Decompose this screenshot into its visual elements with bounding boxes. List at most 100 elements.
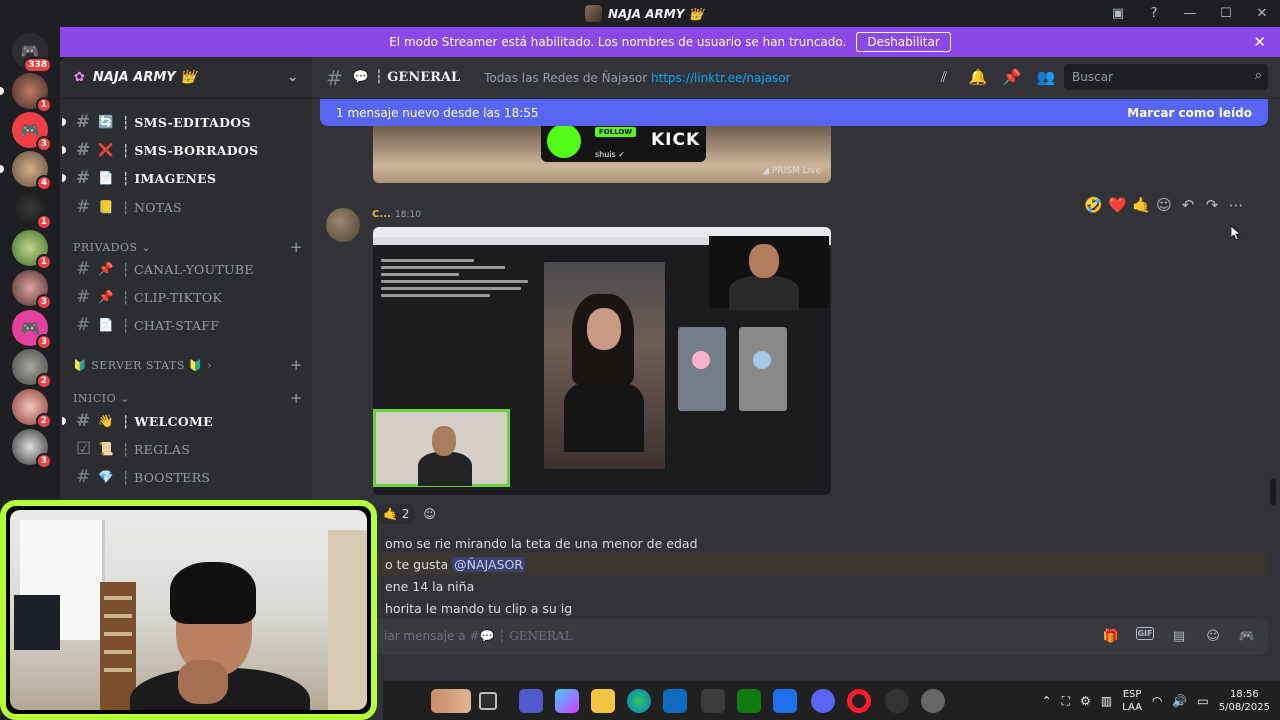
- close-window-button[interactable]: ✕: [1244, 0, 1280, 27]
- channel-sms-borrados[interactable]: # ❌ ┆ SMS-BORRADOS: [62, 137, 304, 163]
- sticker-icon[interactable]: ▤: [1170, 627, 1188, 645]
- add-reaction-icon[interactable]: ☺: [423, 507, 436, 521]
- more-options-icon[interactable]: ⋯: [1228, 196, 1244, 214]
- title-bar: NAJA ARMY 👑 ▣ ? — ☐ ✕: [0, 0, 1280, 27]
- disable-streamer-button[interactable]: Deshabilitar: [856, 32, 951, 52]
- hash-icon: #: [76, 140, 91, 160]
- edge-icon[interactable]: [627, 689, 651, 713]
- heart-reaction-icon[interactable]: ❤️: [1108, 196, 1127, 214]
- forward-icon[interactable]: ↷: [1204, 196, 1220, 214]
- channel-canal-youtube[interactable]: # 📌 ┆ CANAL-YOUTUBE: [68, 256, 304, 282]
- help-icon[interactable]: ?: [1136, 0, 1172, 27]
- new-messages-bar[interactable]: 1 mensaje nuevo desde las 18:55 Marcar c…: [320, 99, 1268, 126]
- opera-icon[interactable]: [847, 689, 871, 713]
- store-icon[interactable]: [663, 689, 687, 713]
- server-icon-2[interactable]: 🎮 3: [12, 112, 52, 152]
- hash-icon: #: [76, 197, 91, 217]
- server-icon-7[interactable]: 🎮 3: [12, 310, 52, 350]
- hand-reaction-icon[interactable]: 🤙: [1132, 196, 1151, 214]
- server-icon-4[interactable]: 1: [12, 190, 52, 230]
- room-shelf: [100, 582, 136, 710]
- channel-reglas[interactable]: ☑ 📜 ┆ REGLAS: [68, 436, 304, 462]
- search-input[interactable]: Buscar ⌕: [1064, 64, 1268, 90]
- close-banner-icon[interactable]: ✕: [1253, 33, 1266, 51]
- xbox-icon[interactable]: [737, 689, 761, 713]
- gift-icon[interactable]: 🎁: [1102, 627, 1120, 645]
- tray-app-icon[interactable]: ⚙: [1080, 694, 1091, 708]
- inbox-icon[interactable]: ▣: [1100, 0, 1136, 27]
- channel-boosters[interactable]: # 💎 ┆ BOOSTERS: [68, 464, 304, 490]
- tray-app-icon[interactable]: ⛶: [1062, 694, 1070, 709]
- scrollbar[interactable]: [1270, 479, 1276, 505]
- gif-icon[interactable]: GIF: [1136, 627, 1154, 640]
- avatar[interactable]: [326, 208, 360, 242]
- server-icon-3[interactable]: 4: [0, 151, 52, 191]
- server-icon-9[interactable]: 2: [12, 389, 52, 429]
- channel-emoji: 📜: [98, 441, 114, 456]
- obs-icon[interactable]: [885, 689, 909, 713]
- message-author[interactable]: C...: [372, 209, 391, 220]
- chevron-up-icon[interactable]: ⌃: [1042, 694, 1052, 708]
- server-header[interactable]: ✿ NAJA ARMY 👑 ⌄: [60, 57, 312, 99]
- room-monitor: [14, 595, 60, 650]
- add-channel-icon[interactable]: +: [290, 238, 303, 256]
- image-attachment-screenshot[interactable]: [373, 227, 831, 495]
- channel-emoji: 💎: [98, 469, 114, 484]
- tray-app-icon[interactable]: ▥: [1101, 694, 1112, 708]
- emoji-icon[interactable]: ☺: [1204, 627, 1222, 645]
- members-icon[interactable]: 👥: [1036, 67, 1056, 87]
- channel-sms-editados[interactable]: # 🔄 ┆ SMS-EDITADOS: [62, 109, 304, 135]
- mark-as-read-button[interactable]: Marcar como leído: [1127, 106, 1252, 120]
- add-channel-icon[interactable]: +: [290, 356, 303, 374]
- image-attachment-top[interactable]: FOLLOW KICK shuis ✓ ◢ PRISM Live: [373, 126, 831, 183]
- home-badge: 338: [23, 57, 52, 73]
- server-icon-8[interactable]: 2: [12, 349, 52, 389]
- category-privados[interactable]: PRIVADOS ⌄ +: [73, 238, 303, 256]
- kick-overlay: FOLLOW KICK shuis ✓: [541, 126, 706, 162]
- discord-taskbar-icon[interactable]: [811, 689, 835, 713]
- channel-imagenes[interactable]: # 📄 ┆ IMAGENES: [62, 165, 304, 191]
- language-indicator[interactable]: ESP LAA: [1122, 688, 1142, 714]
- reaction-chip[interactable]: 🤙 2: [377, 504, 416, 524]
- placeholder-prefix: iar mensaje a #💬 ┆: [384, 629, 510, 643]
- laugh-reaction-icon[interactable]: 🤣: [1084, 196, 1103, 214]
- channel-emoji: 📄: [98, 317, 114, 332]
- home-discord-button[interactable]: 🎮 338: [12, 33, 52, 73]
- picture-in-picture-cam: [373, 409, 510, 487]
- volume-icon[interactable]: 🔊: [1172, 694, 1187, 708]
- bell-icon[interactable]: 🔔: [968, 67, 988, 87]
- cube-app-icon[interactable]: [701, 689, 725, 713]
- pin-icon[interactable]: 📌: [1002, 67, 1022, 87]
- channel-notas[interactable]: # 📒 ┆ NOTAS: [68, 194, 304, 220]
- file-explorer-icon[interactable]: [591, 689, 615, 713]
- threads-icon[interactable]: ⫽: [934, 67, 954, 87]
- taskbar-widget-icon[interactable]: [431, 689, 471, 713]
- settings-gear-icon[interactable]: [921, 689, 945, 713]
- copilot-icon[interactable]: [555, 689, 579, 713]
- clock[interactable]: 18:56 5/08/2025: [1219, 688, 1270, 714]
- teams-icon[interactable]: [519, 689, 543, 713]
- server-icon-6[interactable]: 3: [12, 270, 52, 310]
- server-icon-10[interactable]: 3: [12, 429, 52, 469]
- topic-link[interactable]: https://linktr.ee/najasor: [651, 71, 791, 85]
- task-view-icon[interactable]: [479, 692, 497, 710]
- maximize-button[interactable]: ☐: [1208, 0, 1244, 27]
- channel-emoji: ❌: [98, 142, 114, 157]
- reply-icon[interactable]: ↶: [1180, 196, 1196, 214]
- category-inicio[interactable]: INICIO ⌄ +: [73, 389, 303, 407]
- category-server-stats[interactable]: 🔰 SERVER STATS 🔰 › +: [73, 356, 303, 374]
- add-reaction-icon[interactable]: ☺: [1156, 196, 1172, 214]
- channel-welcome[interactable]: # 👋 ┆ WELCOME: [62, 408, 304, 434]
- add-channel-icon[interactable]: +: [290, 389, 303, 407]
- apps-icon[interactable]: 🎮: [1238, 627, 1256, 645]
- channel-chat-staff[interactable]: # 📄 ┆ CHAT-STAFF: [68, 312, 304, 338]
- battery-icon[interactable]: ▭: [1197, 694, 1208, 708]
- user-mention[interactable]: @ÑAJASOR: [452, 557, 525, 572]
- server-icon-1[interactable]: 1: [0, 73, 52, 113]
- server-icon-5[interactable]: 1: [12, 230, 52, 270]
- message-composer[interactable]: iar mensaje a #💬 ┆ GENERAL 🎁 GIF ▤ ☺ 🎮: [328, 619, 1268, 655]
- channel-clip-tiktok[interactable]: # 📌 ┆ CLIP-TIKTOK: [68, 284, 304, 310]
- wifi-icon[interactable]: ◠: [1152, 694, 1162, 708]
- editor-icon[interactable]: [773, 689, 797, 713]
- minimize-button[interactable]: —: [1172, 0, 1208, 27]
